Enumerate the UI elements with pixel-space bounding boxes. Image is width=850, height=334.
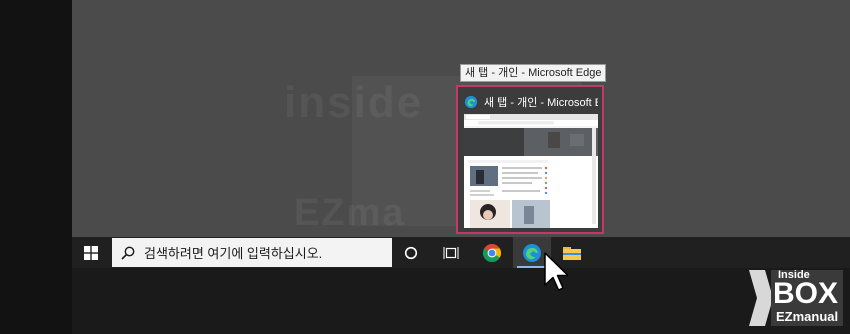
logo-line-3: EZmanual	[776, 309, 839, 324]
search-icon	[121, 246, 135, 260]
windows-start-icon	[84, 245, 98, 260]
insidebox-logo: Inside BOX EZmanual	[749, 268, 843, 328]
preview-screenshot	[464, 114, 598, 228]
search-placeholder: 검색하려면 여기에 입력하십시오.	[144, 246, 323, 261]
task-view-button[interactable]	[432, 237, 470, 268]
active-window-indicator	[517, 266, 547, 268]
edge-icon	[464, 95, 478, 109]
task-view-icon	[443, 246, 459, 259]
browser-thumbnail-graphic	[464, 114, 598, 228]
watermark-text-2: EZma	[294, 192, 406, 234]
logo-line-2: BOX	[773, 277, 839, 310]
watermark-text-1: inside	[284, 78, 424, 127]
chrome-taskbar-button[interactable]	[473, 237, 511, 268]
edge-icon	[523, 243, 541, 262]
edge-window-preview[interactable]: 새 탭 - 개인 - Microsoft Edge	[456, 85, 604, 234]
cortana-button[interactable]	[392, 237, 430, 268]
window-tooltip: 새 탭 - 개인 - Microsoft Edge	[460, 64, 607, 82]
desktop-bottom	[72, 268, 850, 334]
mouse-pointer-icon	[544, 252, 568, 291]
taskbar: 검색하려면 여기에 입력하십시오.	[72, 237, 850, 268]
taskbar-search-box[interactable]: 검색하려면 여기에 입력하십시오.	[112, 238, 392, 267]
preview-header: 새 탭 - 개인 - Microsoft Edge	[464, 94, 598, 110]
preview-title: 새 탭 - 개인 - Microsoft Edge	[484, 97, 598, 109]
cortana-circle-icon	[404, 246, 418, 259]
start-button[interactable]	[72, 237, 110, 268]
left-black-strip	[0, 0, 72, 334]
chrome-icon	[482, 243, 502, 262]
